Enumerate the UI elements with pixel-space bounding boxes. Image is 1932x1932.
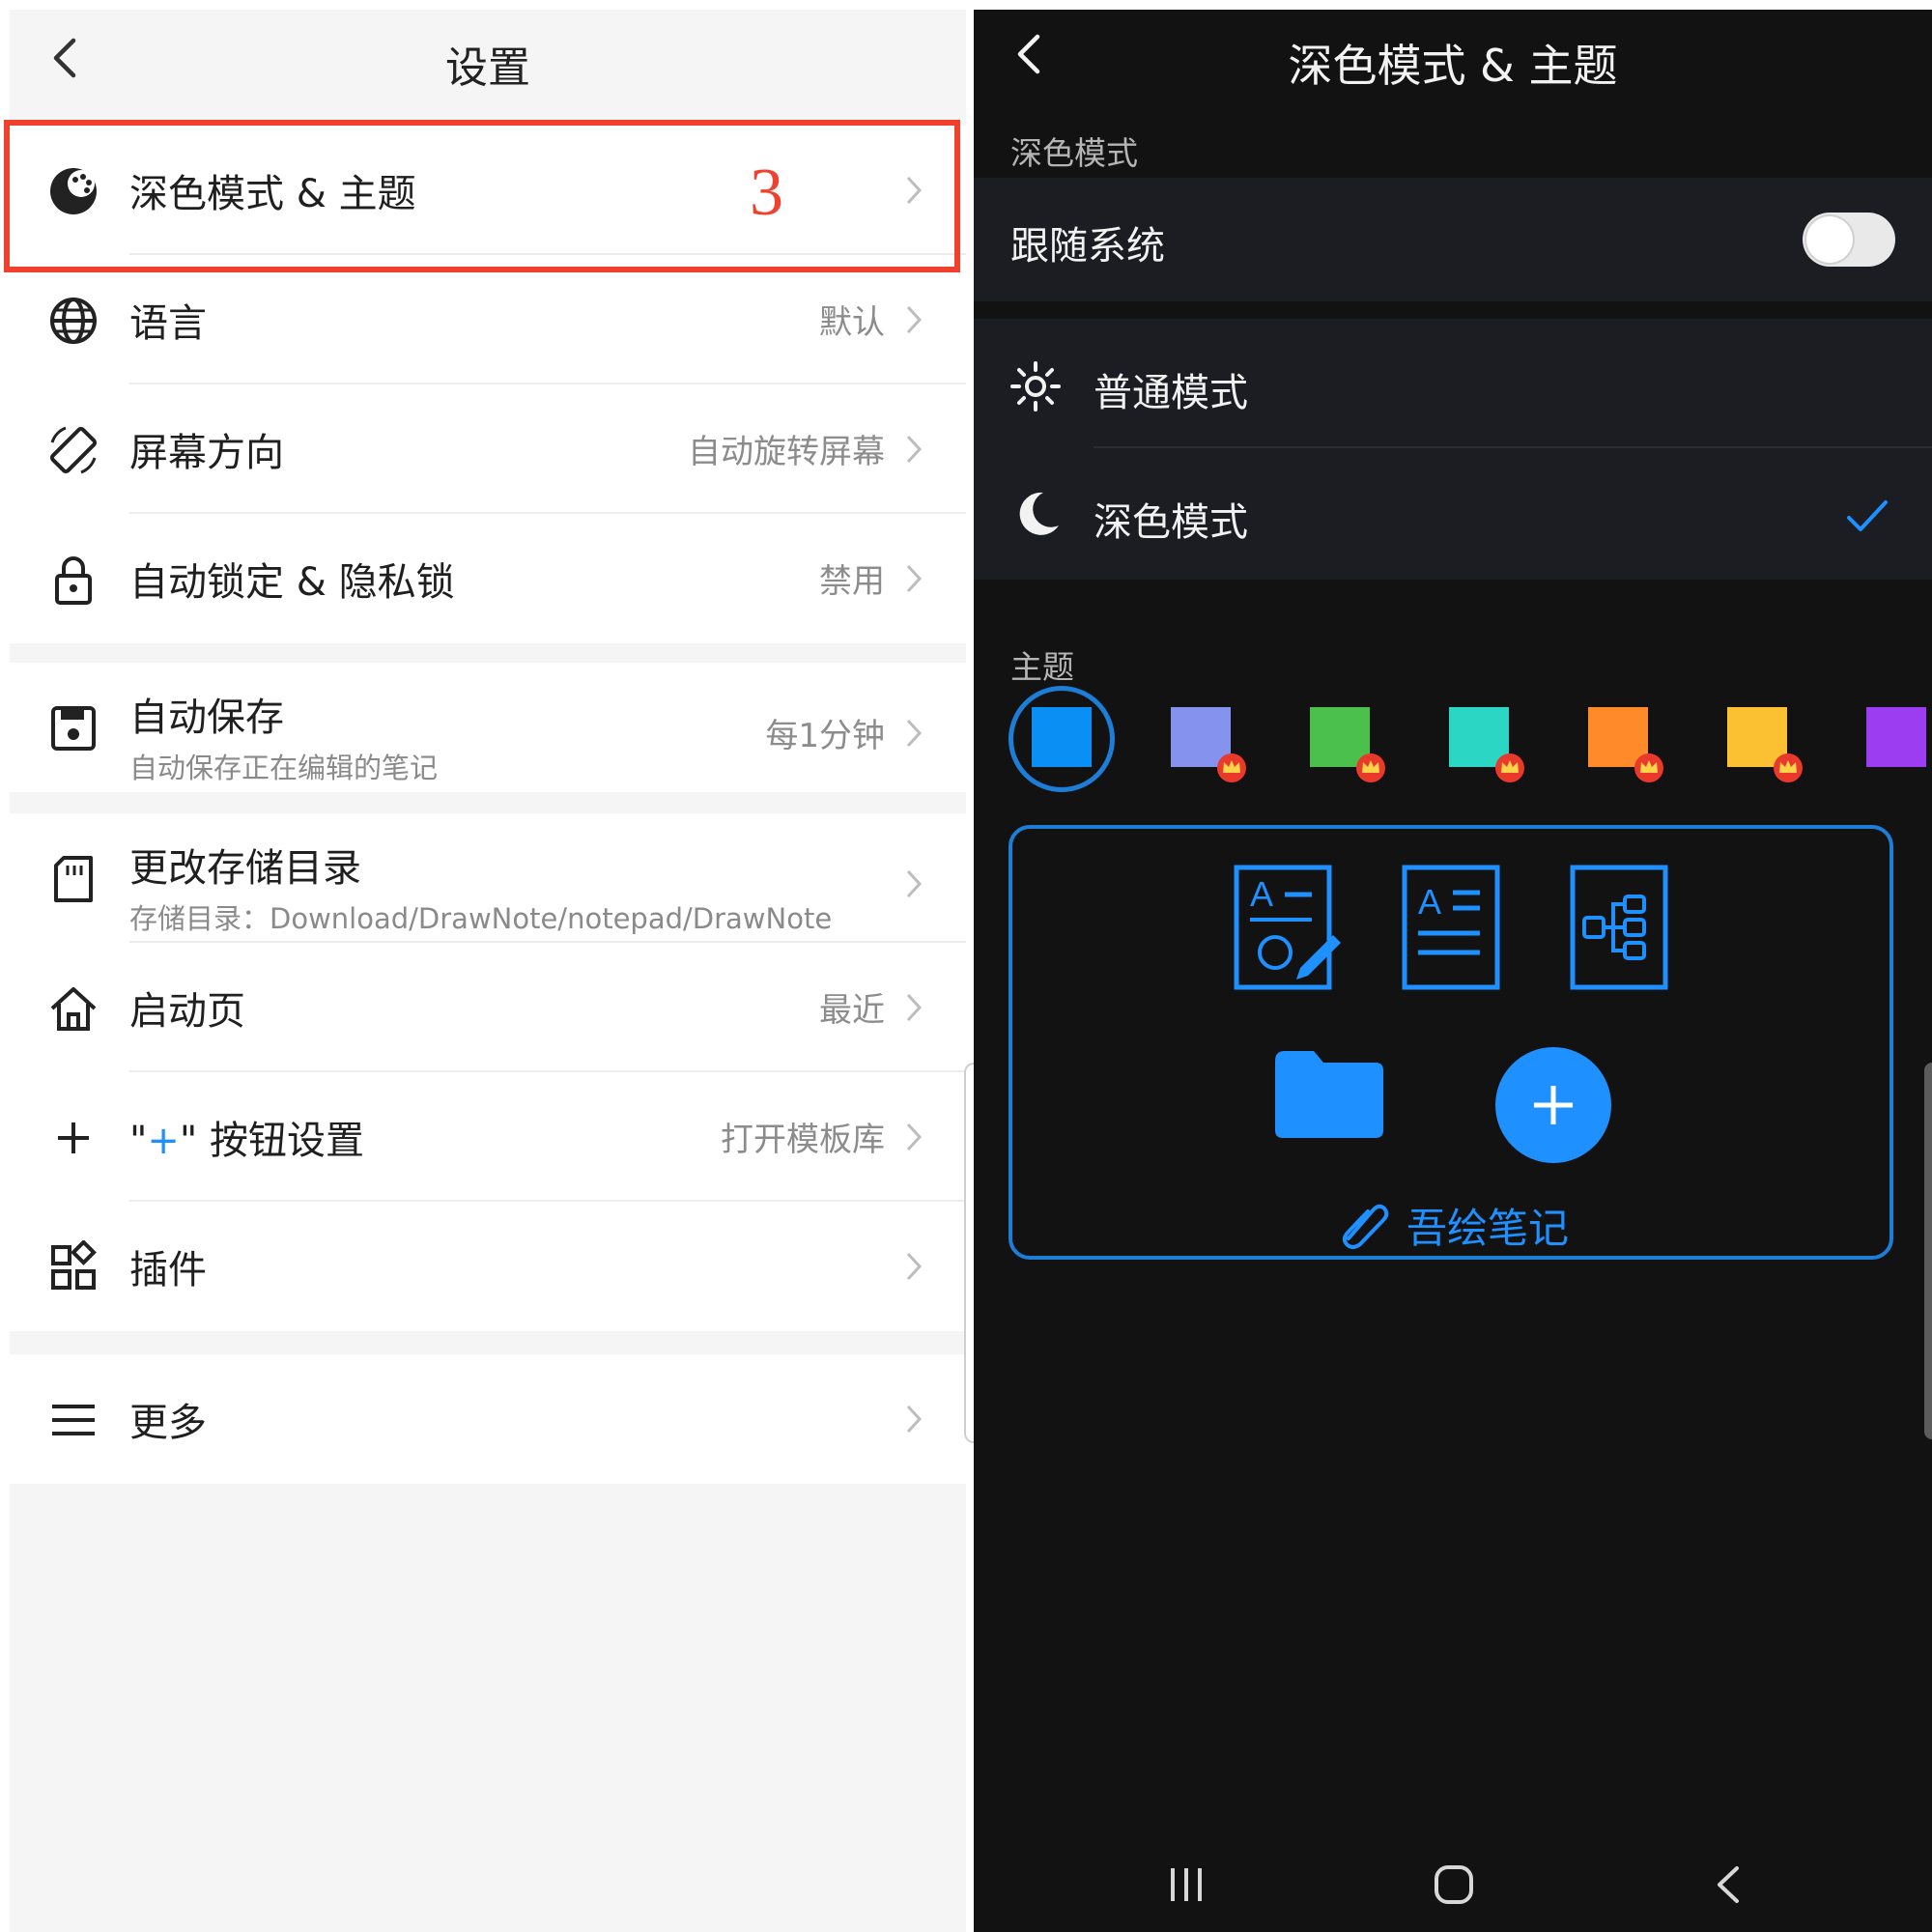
folder-icon bbox=[1275, 1051, 1383, 1138]
normal-mode-option[interactable]: 普通模式 bbox=[974, 319, 1932, 448]
settings-item-more[interactable]: 更多 bbox=[10, 1354, 966, 1484]
normal-mode-label: 普通模式 bbox=[1094, 371, 1248, 415]
chevron-right-icon bbox=[906, 993, 923, 1022]
chevron-right-icon bbox=[906, 869, 923, 898]
settings-item-label: 自动锁定 & 隐私锁 bbox=[129, 560, 455, 605]
settings-item-language[interactable]: 语言 默认 bbox=[10, 255, 966, 384]
theme-swatch-purple[interactable] bbox=[1866, 707, 1926, 767]
premium-crown-icon bbox=[1356, 753, 1385, 782]
section-header-theme: 主题 bbox=[1010, 648, 1074, 686]
highlight-box bbox=[4, 120, 960, 272]
theme-swatch-blue[interactable] bbox=[1032, 707, 1092, 767]
premium-crown-icon bbox=[1495, 753, 1524, 782]
premium-crown-icon bbox=[1774, 753, 1803, 782]
settings-item-value: 自动旋转屏幕 bbox=[688, 433, 885, 471]
mindmap-note-icon bbox=[1570, 865, 1668, 990]
dark-mode-option[interactable]: 深色模式 bbox=[974, 448, 1932, 580]
screen-rotation-icon bbox=[49, 426, 98, 474]
settings-item-value: 默认 bbox=[819, 303, 885, 342]
settings-item-label: 插件 bbox=[129, 1248, 207, 1293]
settings-item-description: 存储目录：Download/DrawNote/notepad/DrawNote bbox=[129, 902, 833, 935]
settings-screen: 设置 深色模式 & 主题 语言 默认 屏幕方向 自动旋转屏幕 自动锁定 & 隐私… bbox=[10, 10, 974, 1932]
scrollbar[interactable] bbox=[964, 1063, 974, 1443]
settings-item-label: 启动页 bbox=[129, 989, 245, 1034]
settings-group-storage: 更改存储目录 存储目录：Download/DrawNote/notepad/Dr… bbox=[10, 813, 966, 1331]
system-nav-bar bbox=[974, 1835, 1932, 1932]
settings-item-label: 自动保存 bbox=[129, 696, 284, 740]
recent-apps-icon[interactable] bbox=[1167, 1864, 1206, 1905]
settings-item-description: 自动保存正在编辑的笔记 bbox=[129, 752, 439, 784]
follow-system-label: 跟随系统 bbox=[1010, 224, 1165, 269]
settings-item-value: 打开模板库 bbox=[721, 1121, 885, 1159]
text-note-icon: A bbox=[1402, 865, 1500, 990]
plugins-icon bbox=[51, 1240, 97, 1290]
toggle-knob bbox=[1806, 216, 1853, 263]
settings-item-value: 禁用 bbox=[819, 562, 885, 601]
chevron-right-icon bbox=[906, 435, 923, 464]
paperclip-pen-icon bbox=[1342, 1204, 1389, 1249]
home-icon bbox=[50, 987, 97, 1031]
settings-header: 设置 bbox=[10, 10, 966, 116]
chevron-right-icon bbox=[906, 1252, 923, 1281]
plus-icon bbox=[58, 1122, 89, 1153]
dark-mode-label: 深色模式 bbox=[1094, 500, 1248, 545]
dark-mode-theme-screen: 深色模式 & 主题 深色模式 跟随系统 普通模式 深色模式 主题 A A 吾绘笔… bbox=[974, 10, 1932, 1932]
settings-item-plus-button[interactable]: "+" 按钮设置 打开模板库 bbox=[10, 1072, 966, 1202]
save-icon bbox=[51, 706, 96, 751]
swatch-color bbox=[1032, 707, 1092, 767]
premium-crown-icon bbox=[1634, 753, 1663, 782]
svg-text:A: A bbox=[1418, 882, 1441, 922]
settings-item-auto-lock[interactable]: 自动锁定 & 隐私锁 禁用 bbox=[10, 514, 966, 643]
settings-item-storage-dir[interactable]: 更改存储目录 存储目录：Download/DrawNote/notepad/Dr… bbox=[10, 813, 966, 943]
swatch-color bbox=[1866, 707, 1926, 767]
theme-preview: A A 吾绘笔记 bbox=[1009, 825, 1893, 1260]
follow-system-toggle[interactable] bbox=[1803, 213, 1895, 267]
svg-text:A: A bbox=[1250, 874, 1273, 914]
label-rest: " 按钮设置 bbox=[179, 1119, 365, 1163]
premium-crown-icon bbox=[1217, 753, 1246, 782]
settings-item-label: 更改存储目录 bbox=[129, 846, 361, 891]
settings-item-label: 更多 bbox=[129, 1401, 207, 1445]
nav-back-icon[interactable] bbox=[1714, 1864, 1743, 1905]
chevron-right-icon bbox=[906, 305, 923, 334]
lock-icon bbox=[55, 556, 92, 605]
brand-name: 吾绘笔记 bbox=[1406, 1205, 1570, 1252]
settings-item-label: 屏幕方向 bbox=[129, 431, 284, 475]
globe-icon bbox=[50, 298, 97, 344]
mode-options: 普通模式 深色模式 bbox=[974, 319, 1932, 580]
follow-system-row[interactable]: 跟随系统 bbox=[974, 178, 1932, 301]
menu-icon bbox=[52, 1405, 95, 1435]
chevron-right-icon bbox=[906, 719, 923, 748]
settings-item-value: 最近 bbox=[819, 991, 885, 1030]
step-marker: 3 bbox=[750, 156, 783, 230]
settings-group-autosave: 自动保存 自动保存正在编辑的笔记 每1分钟 bbox=[10, 663, 966, 792]
settings-item-screen-orientation[interactable]: 屏幕方向 自动旋转屏幕 bbox=[10, 384, 966, 514]
section-header-dark-mode: 深色模式 bbox=[1010, 134, 1138, 172]
sun-icon bbox=[1010, 361, 1061, 412]
sd-card-icon bbox=[54, 856, 93, 902]
chevron-right-icon bbox=[906, 564, 923, 593]
chevron-right-icon bbox=[906, 1405, 923, 1434]
settings-item-label: "+" 按钮设置 bbox=[129, 1109, 364, 1165]
settings-item-auto-save[interactable]: 自动保存 自动保存正在编辑的笔记 每1分钟 bbox=[10, 663, 966, 792]
settings-group-more: 更多 bbox=[10, 1354, 966, 1484]
moon-icon bbox=[1019, 492, 1059, 535]
settings-item-plugins[interactable]: 插件 bbox=[10, 1202, 966, 1331]
page-title: 深色模式 & 主题 bbox=[1288, 40, 1618, 92]
home-button-icon[interactable] bbox=[1434, 1864, 1474, 1905]
settings-item-value: 每1分钟 bbox=[765, 717, 885, 755]
scrollbar[interactable] bbox=[1924, 1063, 1932, 1439]
settings-item-label: 语言 bbox=[129, 301, 207, 346]
page-title: 设置 bbox=[445, 43, 530, 93]
plus-glyph: + bbox=[147, 1119, 180, 1163]
checkmark-icon bbox=[1847, 500, 1888, 531]
chevron-right-icon bbox=[906, 1122, 923, 1151]
plus-icon bbox=[1534, 1086, 1573, 1124]
settings-item-start-page[interactable]: 启动页 最近 bbox=[10, 943, 966, 1072]
drawing-note-icon: A bbox=[1234, 865, 1341, 990]
quote-open: " bbox=[129, 1119, 148, 1163]
add-note-fab[interactable] bbox=[1495, 1047, 1611, 1163]
